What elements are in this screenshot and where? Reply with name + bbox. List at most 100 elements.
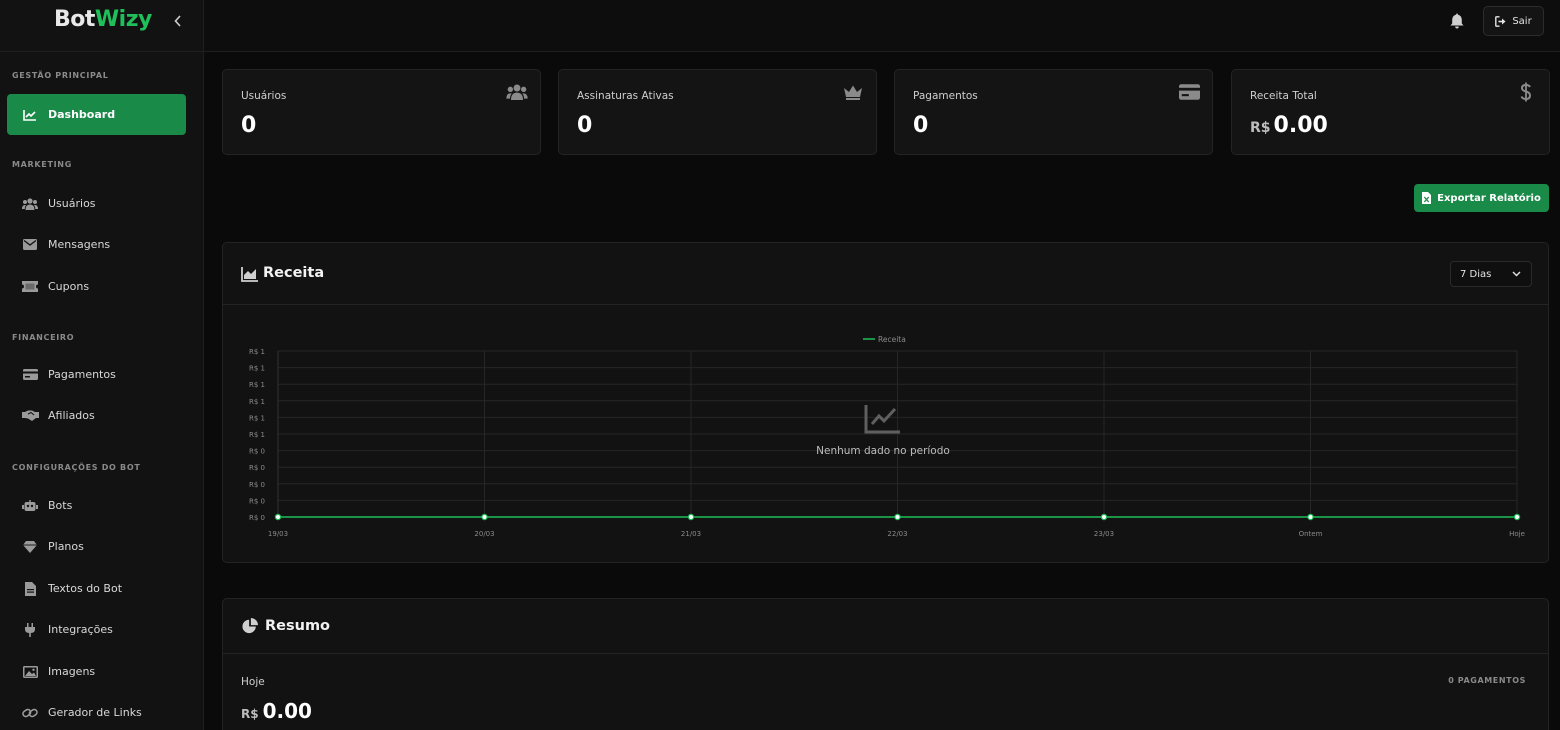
data-point bbox=[687, 513, 695, 521]
x-tick-label: 20/03 bbox=[474, 530, 494, 538]
file-text-icon bbox=[21, 581, 39, 596]
chart-area-icon bbox=[241, 267, 258, 282]
sidebar-item-integracoes[interactable]: Integrações bbox=[7, 609, 186, 650]
section-title-config-bot: CONFIGURAÇÕES DO BOT bbox=[12, 463, 141, 472]
x-tick-label: Ontem bbox=[1299, 530, 1323, 538]
crown-icon bbox=[842, 82, 864, 102]
chart-line-icon bbox=[21, 108, 39, 122]
stat-label: Assinaturas Ativas bbox=[577, 90, 674, 102]
empty-state-text: Nenhum dado no período bbox=[816, 445, 950, 457]
sidebar-item-usuarios[interactable]: Usuários bbox=[7, 183, 186, 224]
stat-card-receita-total: Receita Total R$ 0.00 bbox=[1231, 69, 1550, 155]
logo[interactable]: BotWizy bbox=[54, 7, 152, 32]
sidebar-item-label: Integrações bbox=[48, 623, 113, 636]
chart-line-icon bbox=[864, 405, 900, 434]
bell-icon bbox=[1450, 13, 1464, 29]
data-point bbox=[274, 513, 282, 521]
sidebar-item-imagens[interactable]: Imagens bbox=[7, 651, 186, 692]
revenue-title: Receita bbox=[263, 265, 325, 281]
data-point bbox=[481, 513, 488, 521]
chevron-down-icon bbox=[1512, 271, 1521, 277]
stat-card-usuarios: Usuários 0 bbox=[222, 69, 541, 155]
sidebar-item-label: Imagens bbox=[48, 665, 96, 678]
stat-label: Usuários bbox=[241, 90, 287, 102]
data-point bbox=[1307, 513, 1314, 521]
app: BotWizy GESTÃO PRINCIPAL Dashboard MARKE… bbox=[0, 0, 1560, 730]
sidebar-item-textos-do-bot[interactable]: Textos do Bot bbox=[7, 568, 186, 609]
sidebar-item-label: Usuários bbox=[48, 197, 96, 210]
x-tick-label: 19/03 bbox=[268, 530, 288, 538]
chart-pie-icon bbox=[242, 618, 258, 634]
y-tick-label: R$ 1 bbox=[249, 348, 265, 356]
notifications-button[interactable] bbox=[1448, 12, 1466, 30]
section-title-gestao: GESTÃO PRINCIPAL bbox=[12, 71, 109, 80]
stat-label: Receita Total bbox=[1250, 90, 1317, 102]
chevron-left-icon bbox=[174, 15, 181, 27]
sidebar-item-label: Cupons bbox=[48, 280, 90, 293]
sidebar-item-label: Pagamentos bbox=[48, 368, 116, 381]
sidebar-item-label: Dashboard bbox=[48, 108, 116, 121]
logout-label: Sair bbox=[1512, 15, 1532, 27]
y-tick-label: R$ 1 bbox=[249, 414, 265, 422]
sidebar-item-planos[interactable]: Planos bbox=[7, 526, 186, 567]
sidebar-item-cupons[interactable]: Cupons bbox=[7, 266, 186, 307]
x-tick-label: Hoje bbox=[1509, 530, 1525, 538]
currency-symbol: R$ bbox=[1250, 120, 1271, 136]
sidebar-item-dashboard[interactable]: Dashboard bbox=[7, 94, 186, 135]
sign-out-icon bbox=[1495, 15, 1506, 27]
plug-icon bbox=[21, 622, 39, 637]
logout-button[interactable]: Sair bbox=[1483, 6, 1544, 36]
today-value-wrapper: R$ 0.00 bbox=[241, 699, 312, 723]
y-tick-label: R$ 0 bbox=[249, 464, 265, 472]
stat-value: 0.00 bbox=[1273, 113, 1328, 138]
gem-icon bbox=[21, 540, 39, 554]
y-tick-label: R$ 1 bbox=[249, 381, 265, 389]
sidebar-item-bots[interactable]: Bots bbox=[7, 485, 186, 526]
y-tick-label: R$ 0 bbox=[249, 497, 265, 505]
handshake-icon bbox=[21, 409, 39, 423]
y-tick-label: R$ 0 bbox=[249, 448, 265, 456]
sidebar-item-mensagens[interactable]: Mensagens bbox=[7, 224, 186, 265]
y-tick-label: R$ 1 bbox=[249, 431, 265, 439]
sidebar-item-label: Gerador de Links bbox=[48, 706, 142, 719]
chart-empty-state: Nenhum dado no período bbox=[783, 403, 983, 457]
brand-header: BotWizy bbox=[0, 0, 203, 52]
collapse-sidebar-button[interactable] bbox=[170, 12, 186, 30]
sidebar-item-gerador-de-links[interactable]: Gerador de Links bbox=[7, 692, 186, 730]
revenue-panel-header: Receita 7 Dias bbox=[223, 243, 1548, 305]
data-point bbox=[894, 513, 901, 521]
stat-value: 0 bbox=[913, 113, 929, 138]
logo-text-part2: Wizy bbox=[94, 7, 152, 32]
stat-card-pagamentos: Pagamentos 0 bbox=[894, 69, 1213, 155]
credit-card-icon bbox=[1178, 82, 1200, 102]
y-tick-label: R$ 1 bbox=[249, 398, 265, 406]
summary-panel-header: Resumo bbox=[223, 599, 1548, 654]
sidebar: BotWizy GESTÃO PRINCIPAL Dashboard MARKE… bbox=[0, 0, 204, 730]
sidebar-item-label: Bots bbox=[48, 499, 73, 512]
sidebar-item-label: Mensagens bbox=[48, 238, 111, 251]
summary-panel: Resumo Hoje 0 PAGAMENTOS R$ 0.00 bbox=[222, 598, 1549, 730]
logo-text-part1: Bot bbox=[54, 7, 95, 32]
dollar-icon bbox=[1515, 82, 1537, 102]
y-tick-label: R$ 0 bbox=[249, 514, 265, 522]
stat-value: 0 bbox=[241, 113, 257, 138]
ticket-icon bbox=[21, 280, 39, 294]
sidebar-item-pagamentos[interactable]: Pagamentos bbox=[7, 354, 186, 395]
sidebar-item-label: Textos do Bot bbox=[48, 582, 123, 595]
today-label: Hoje bbox=[241, 676, 265, 688]
period-select[interactable]: 7 Dias bbox=[1450, 261, 1532, 287]
sidebar-item-label: Afiliados bbox=[48, 409, 95, 422]
x-tick-label: 22/03 bbox=[887, 530, 907, 538]
file-excel-icon bbox=[1422, 192, 1432, 204]
export-report-button[interactable]: Exportar Relatório bbox=[1414, 184, 1549, 212]
export-label: Exportar Relatório bbox=[1437, 192, 1541, 204]
sidebar-item-afiliados[interactable]: Afiliados bbox=[7, 395, 186, 436]
section-title-financeiro: FINANCEIRO bbox=[12, 333, 75, 342]
section-title-marketing: MARKETING bbox=[12, 160, 72, 169]
stat-value: 0 bbox=[577, 113, 593, 138]
images-icon bbox=[21, 665, 39, 679]
period-select-value: 7 Dias bbox=[1460, 268, 1492, 280]
revenue-panel: Receita 7 Dias R$ 1 R$ 1 R$ 1 R$ 1 R$ 1 R$ 1 R… bbox=[222, 242, 1549, 563]
today-value: 0.00 bbox=[262, 699, 312, 723]
data-point bbox=[1100, 513, 1108, 521]
